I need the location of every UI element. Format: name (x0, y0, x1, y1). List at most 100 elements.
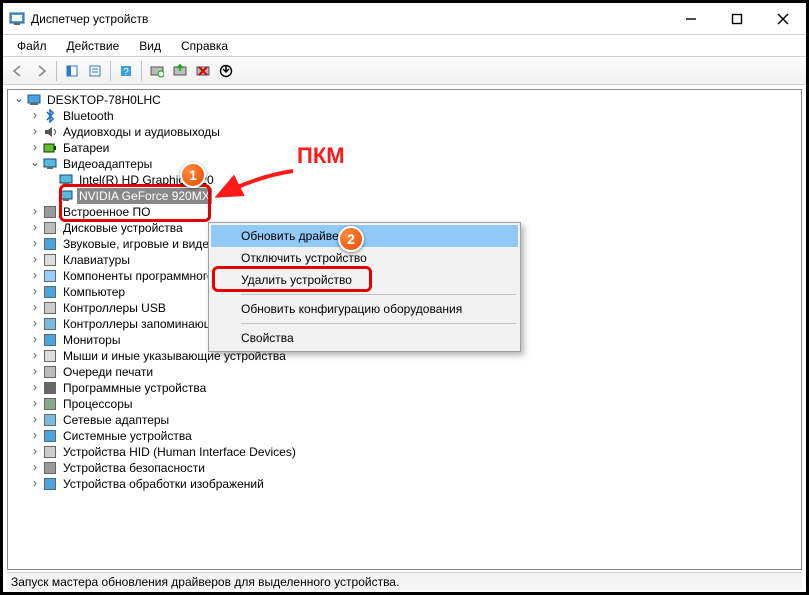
disable-button[interactable] (215, 60, 237, 82)
tree-hid[interactable]: Устройства HID (Human Interface Devices) (10, 444, 801, 460)
ctx-separator (241, 294, 516, 295)
show-hide-tree-button[interactable] (61, 60, 83, 82)
tree-label: Программные устройства (61, 380, 208, 396)
properties-button[interactable] (84, 60, 106, 82)
tree-label: Контроллеры USB (61, 300, 168, 316)
display-icon (42, 156, 58, 172)
forward-button[interactable] (30, 60, 52, 82)
cpu-icon (42, 396, 58, 412)
minimize-button[interactable] (668, 3, 714, 34)
printer-icon (42, 364, 58, 380)
tree-label: Bluetooth (61, 108, 116, 124)
app-icon (9, 11, 25, 27)
battery-icon (42, 140, 58, 156)
window-title: Диспетчер устройств (31, 12, 668, 26)
gear-icon (42, 268, 58, 284)
update-driver-button[interactable] (169, 60, 191, 82)
display-icon (58, 188, 74, 204)
tree-label: Клавиатуры (61, 252, 132, 268)
tree-label: Системные устройства (61, 428, 194, 444)
tree-processors[interactable]: Процессоры (10, 396, 801, 412)
expand-icon[interactable] (28, 475, 42, 493)
ctx-label: Удалить устройство (241, 273, 352, 287)
toolbar-sep (141, 61, 142, 81)
tree-label: Мониторы (61, 332, 122, 348)
tree-label: Встроенное ПО (61, 204, 152, 220)
computer-icon (26, 92, 42, 108)
disk-icon (42, 220, 58, 236)
ctx-label: Отключить устройство (241, 251, 367, 265)
usb-icon (42, 300, 58, 316)
tree-label: Процессоры (61, 396, 135, 412)
computer-icon (42, 284, 58, 300)
tree-audio[interactable]: Аудиовходы и аудиовыходы (10, 124, 801, 140)
ctx-label: Свойства (241, 331, 294, 345)
ctx-update-driver[interactable]: Обновить драйвер (211, 225, 518, 247)
tree-label: NVIDIA GeForce 920MX (77, 188, 212, 204)
tree-software-devices[interactable]: Программные устройства (10, 380, 801, 396)
menu-help[interactable]: Справка (171, 37, 238, 55)
network-icon (42, 412, 58, 428)
tree-label: Дисковые устройства (61, 220, 185, 236)
audio-icon (42, 124, 58, 140)
camera-icon (42, 476, 58, 492)
monitor-icon (42, 332, 58, 348)
menu-view[interactable]: Вид (129, 37, 171, 55)
tree-intel-gpu[interactable]: Intel(R) HD Graphics 520 (10, 172, 801, 188)
tree-nvidia-gpu[interactable]: NVIDIA GeForce 920MX (10, 188, 801, 204)
expand-icon[interactable] (28, 155, 42, 173)
close-button[interactable] (760, 3, 806, 34)
ctx-label: Обновить драйвер (241, 229, 345, 243)
tree-label: Сетевые адаптеры (61, 412, 171, 428)
menu-file[interactable]: Файл (7, 37, 57, 55)
system-icon (42, 428, 58, 444)
tree-label: Аудиовходы и аудиовыходы (61, 124, 222, 140)
tree-firmware[interactable]: Встроенное ПО (10, 204, 801, 220)
tree-bluetooth[interactable]: Bluetooth (10, 108, 801, 124)
ctx-disable-device[interactable]: Отключить устройство (211, 247, 518, 269)
tree-network-adapters[interactable]: Сетевые адаптеры (10, 412, 801, 428)
tree-display-adapters[interactable]: Видеоадаптеры (10, 156, 801, 172)
menubar: Файл Действие Вид Справка (3, 35, 806, 57)
marker-number: 1 (189, 167, 197, 183)
ctx-uninstall-device[interactable]: Удалить устройство (211, 269, 518, 291)
window-controls (668, 3, 806, 34)
tree-label: Компьютер (61, 284, 127, 300)
scan-hardware-button[interactable] (146, 60, 168, 82)
mouse-icon (42, 348, 58, 364)
bluetooth-icon (42, 108, 58, 124)
tree-batteries[interactable]: Батареи (10, 140, 801, 156)
tree-print-queues[interactable]: Очереди печати (10, 364, 801, 380)
sound-icon (42, 236, 58, 252)
maximize-button[interactable] (714, 3, 760, 34)
help-button[interactable]: ? (115, 60, 137, 82)
context-menu: Обновить драйвер Отключить устройство Уд… (208, 222, 521, 352)
status-text: Запуск мастера обновления драйверов для … (11, 575, 399, 589)
tree-system-devices[interactable]: Системные устройства (10, 428, 801, 444)
display-icon (58, 172, 74, 188)
chip-icon (42, 204, 58, 220)
annotation-marker-2: 2 (338, 226, 364, 252)
hid-icon (42, 444, 58, 460)
ctx-label: Обновить конфигурацию оборудования (241, 302, 462, 316)
tree-label: Устройства HID (Human Interface Devices) (61, 444, 298, 460)
svg-text:?: ? (123, 67, 129, 78)
menu-action[interactable]: Действие (57, 37, 130, 55)
storage-icon (42, 316, 58, 332)
tree-imaging-devices[interactable]: Устройства обработки изображений (10, 476, 801, 492)
tree-root[interactable]: DESKTOP-78H0LHC (10, 92, 801, 108)
marker-number: 2 (347, 231, 355, 247)
tree-security-devices[interactable]: Устройства безопасности (10, 460, 801, 476)
annotation-marker-1: 1 (180, 162, 206, 188)
expand-icon[interactable] (12, 91, 26, 109)
tree-label: Устройства обработки изображений (61, 476, 266, 492)
ctx-properties[interactable]: Свойства (211, 327, 518, 349)
uninstall-button[interactable] (192, 60, 214, 82)
toolbar-sep (110, 61, 111, 81)
keyboard-icon (42, 252, 58, 268)
annotation-label-rmb: ПКМ (297, 143, 345, 169)
back-button[interactable] (7, 60, 29, 82)
tree-label: DESKTOP-78H0LHC (45, 92, 163, 108)
ctx-rescan-hardware[interactable]: Обновить конфигурацию оборудования (211, 298, 518, 320)
tree-label: Устройства безопасности (61, 460, 207, 476)
